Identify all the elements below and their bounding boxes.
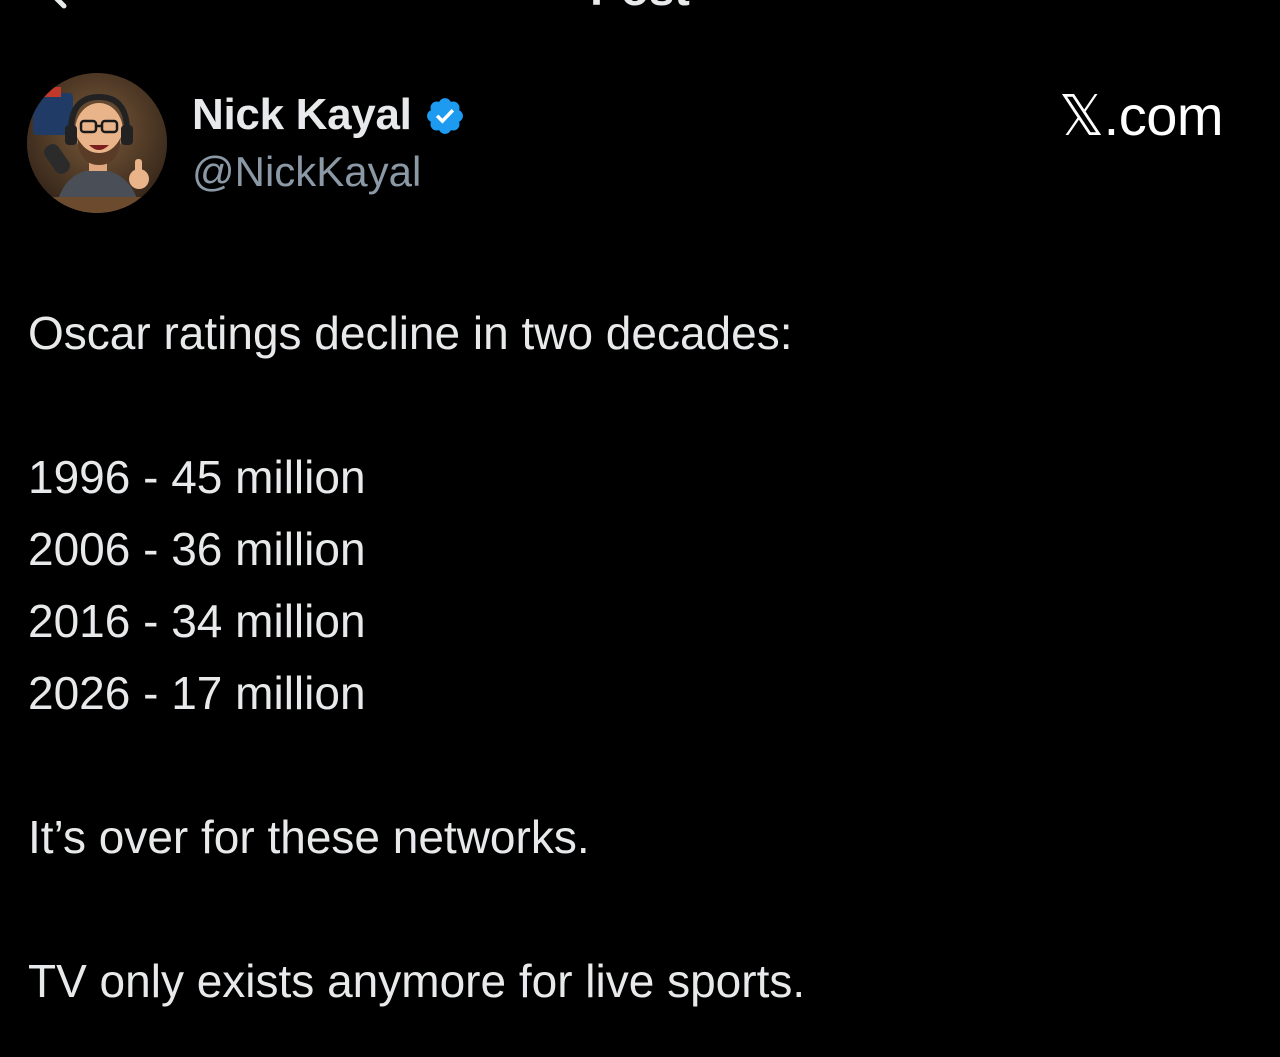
author-display-name[interactable]: Nick Kayal bbox=[192, 90, 412, 140]
verified-badge-icon bbox=[426, 98, 463, 134]
post-line-networks: It’s over for these networks. bbox=[28, 811, 590, 863]
post-header: Post bbox=[0, 0, 1280, 14]
source-watermark: 𝕏.com bbox=[1059, 84, 1223, 147]
post-intro-line: Oscar ratings decline in two decades: bbox=[28, 307, 793, 359]
post-text: Oscar ratings decline in two decades: 19… bbox=[28, 297, 1228, 1017]
author-handle[interactable]: @NickKayal bbox=[192, 148, 466, 196]
rating-line: 2026 - 17 million bbox=[28, 667, 366, 719]
name-row: Nick Kayal bbox=[192, 86, 466, 144]
author-info[interactable]: Nick Kayal @NickKayal bbox=[192, 86, 466, 196]
rating-line: 2006 - 36 million bbox=[28, 523, 366, 575]
avatar[interactable] bbox=[27, 73, 167, 213]
header-title: Post bbox=[0, 0, 1280, 14]
post-line-sports: TV only exists anymore for live sports. bbox=[28, 955, 806, 1007]
rating-line: 1996 - 45 million bbox=[28, 451, 366, 503]
rating-line: 2016 - 34 million bbox=[28, 595, 366, 647]
